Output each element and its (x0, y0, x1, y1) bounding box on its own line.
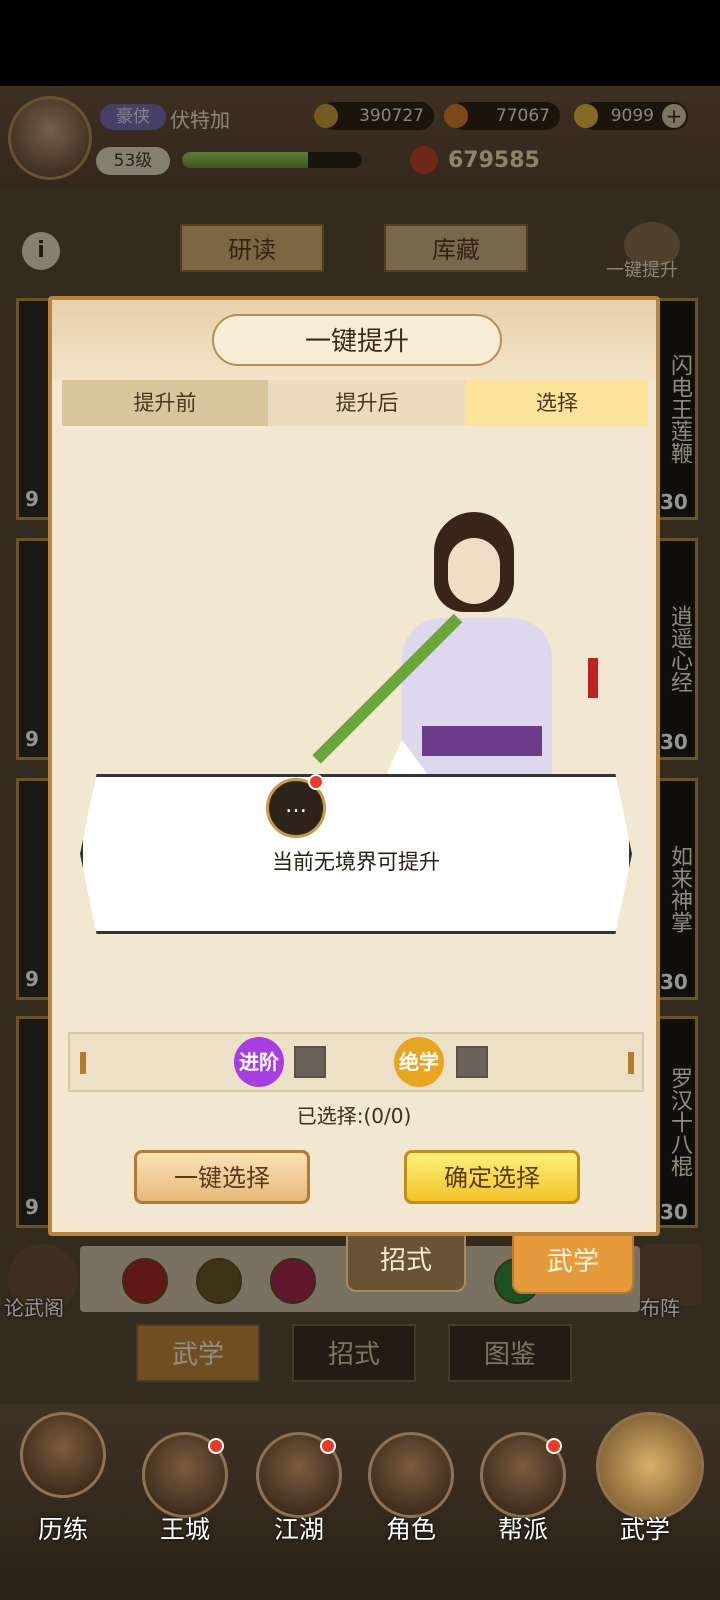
one-key-upgrade-dialog: 一键提升 提升前 提升后 选择 … 当前无境界可提升 进阶 绝学 已选择:(0/… (48, 296, 660, 1236)
xp-bar-fill (182, 152, 308, 168)
skill-name: 逍遥心经 (667, 605, 692, 693)
skill-level: 30 (660, 490, 688, 514)
info-icon[interactable]: i (22, 232, 60, 270)
nav-label-martial-arts[interactable]: 武学 (590, 1510, 700, 1546)
nav-label-training[interactable]: 历练 (8, 1510, 118, 1546)
bar-end-ornament (628, 1052, 634, 1074)
advanced-filter-badge[interactable]: 进阶 (234, 1037, 284, 1087)
nav-icon-training[interactable] (20, 1412, 106, 1498)
player-avatar[interactable] (8, 96, 92, 180)
skill-name: 闪电王莲鞭 (667, 354, 692, 464)
skill-level: 30 (660, 730, 688, 754)
xp-bar (182, 152, 362, 168)
nav-label-jianghu[interactable]: 江湖 (244, 1510, 354, 1546)
resource-medal: 77067 (444, 102, 560, 130)
add-gold-icon[interactable]: + (662, 104, 686, 128)
nav-label-character[interactable]: 角色 (356, 1510, 466, 1546)
quality-filter-bar: 进阶 绝学 (68, 1032, 644, 1092)
player-title-badge: 豪侠 (100, 104, 166, 130)
step-before[interactable]: 提升前 (62, 380, 268, 426)
step-after[interactable]: 提升后 (268, 380, 466, 426)
tab-study[interactable]: 研读 (180, 224, 324, 272)
guild-notification-dot (546, 1438, 562, 1454)
nav-icon-martial-arts[interactable] (596, 1412, 704, 1520)
resource-gold: 9099 + (574, 102, 688, 130)
left-card-number: 9 (25, 1195, 39, 1219)
sub-tab-moves[interactable]: 招式 (346, 1232, 466, 1292)
character-illustration (312, 508, 598, 778)
one-key-upgrade-label[interactable]: 一键提升 (606, 256, 678, 282)
confirm-select-button[interactable]: 确定选择 (404, 1150, 580, 1204)
left-card-number: 9 (25, 967, 39, 991)
sub-tab-martial[interactable]: 武学 (512, 1232, 634, 1294)
bottom-tab-codex[interactable]: 图鉴 (448, 1324, 572, 1382)
nav-label-guild[interactable]: 帮派 (468, 1510, 578, 1546)
jianghu-notification-dot (320, 1438, 336, 1454)
medal-icon (444, 104, 468, 128)
bottom-tab-moves[interactable]: 招式 (292, 1324, 416, 1382)
empty-state-message: 当前无境界可提升 (272, 850, 440, 874)
skill-card-1[interactable]: 闪电王莲鞭 (656, 298, 698, 520)
power-icon (410, 146, 438, 174)
auto-select-button[interactable]: 一键选择 (134, 1150, 310, 1204)
bottom-tab-martial[interactable]: 武学 (136, 1324, 260, 1382)
main-nav: 历练 王城 江湖 角色 帮派 武学 (0, 1404, 720, 1600)
gold-ingot-icon (574, 104, 598, 128)
step-select[interactable]: 选择 (466, 380, 648, 426)
left-card-number: 9 (25, 487, 39, 511)
school-icon-gold[interactable] (196, 1258, 242, 1304)
player-name: 伏特加 (170, 108, 230, 132)
player-level: 53级 (96, 147, 170, 175)
copper-coin-icon (314, 104, 338, 128)
combat-power: 679585 (448, 148, 540, 173)
tab-storage[interactable]: 库藏 (384, 224, 528, 272)
skill-card-3[interactable]: 如来神掌 (656, 778, 698, 1000)
left-card-number: 9 (25, 727, 39, 751)
resource-gold-value: 9099 (610, 106, 654, 126)
advanced-filter-checkbox[interactable] (294, 1046, 326, 1078)
skill-level: 30 (660, 1200, 688, 1224)
bubble-notification-dot (308, 774, 324, 790)
skill-card-4[interactable]: 罗汉十八棍 (656, 1016, 698, 1228)
dialog-title: 一键提升 (212, 314, 502, 366)
resource-medal-value: 77067 (495, 106, 550, 126)
school-icon-red[interactable] (122, 1258, 168, 1304)
ultimate-filter-badge[interactable]: 绝学 (394, 1037, 444, 1087)
nav-icon-character[interactable] (368, 1432, 454, 1518)
resource-copper: 390727 (314, 102, 434, 130)
selected-count: 已选择:(0/0) (296, 1104, 412, 1128)
skill-level: 30 (660, 970, 688, 994)
school-icon-crimson[interactable] (270, 1258, 316, 1304)
lunwu-pavilion-label[interactable]: 论武阁 (4, 1292, 64, 1321)
ultimate-filter-checkbox[interactable] (456, 1046, 488, 1078)
skill-name: 如来神掌 (667, 845, 692, 933)
skill-name: 罗汉十八棍 (667, 1067, 692, 1177)
resource-copper-value: 390727 (359, 106, 424, 126)
nav-label-royal-city[interactable]: 王城 (130, 1510, 240, 1546)
formation-label[interactable]: 布阵 (640, 1292, 680, 1321)
royal-city-notification-dot (208, 1438, 224, 1454)
bar-end-ornament (80, 1052, 86, 1074)
skill-card-2[interactable]: 逍遥心经 (656, 538, 698, 760)
